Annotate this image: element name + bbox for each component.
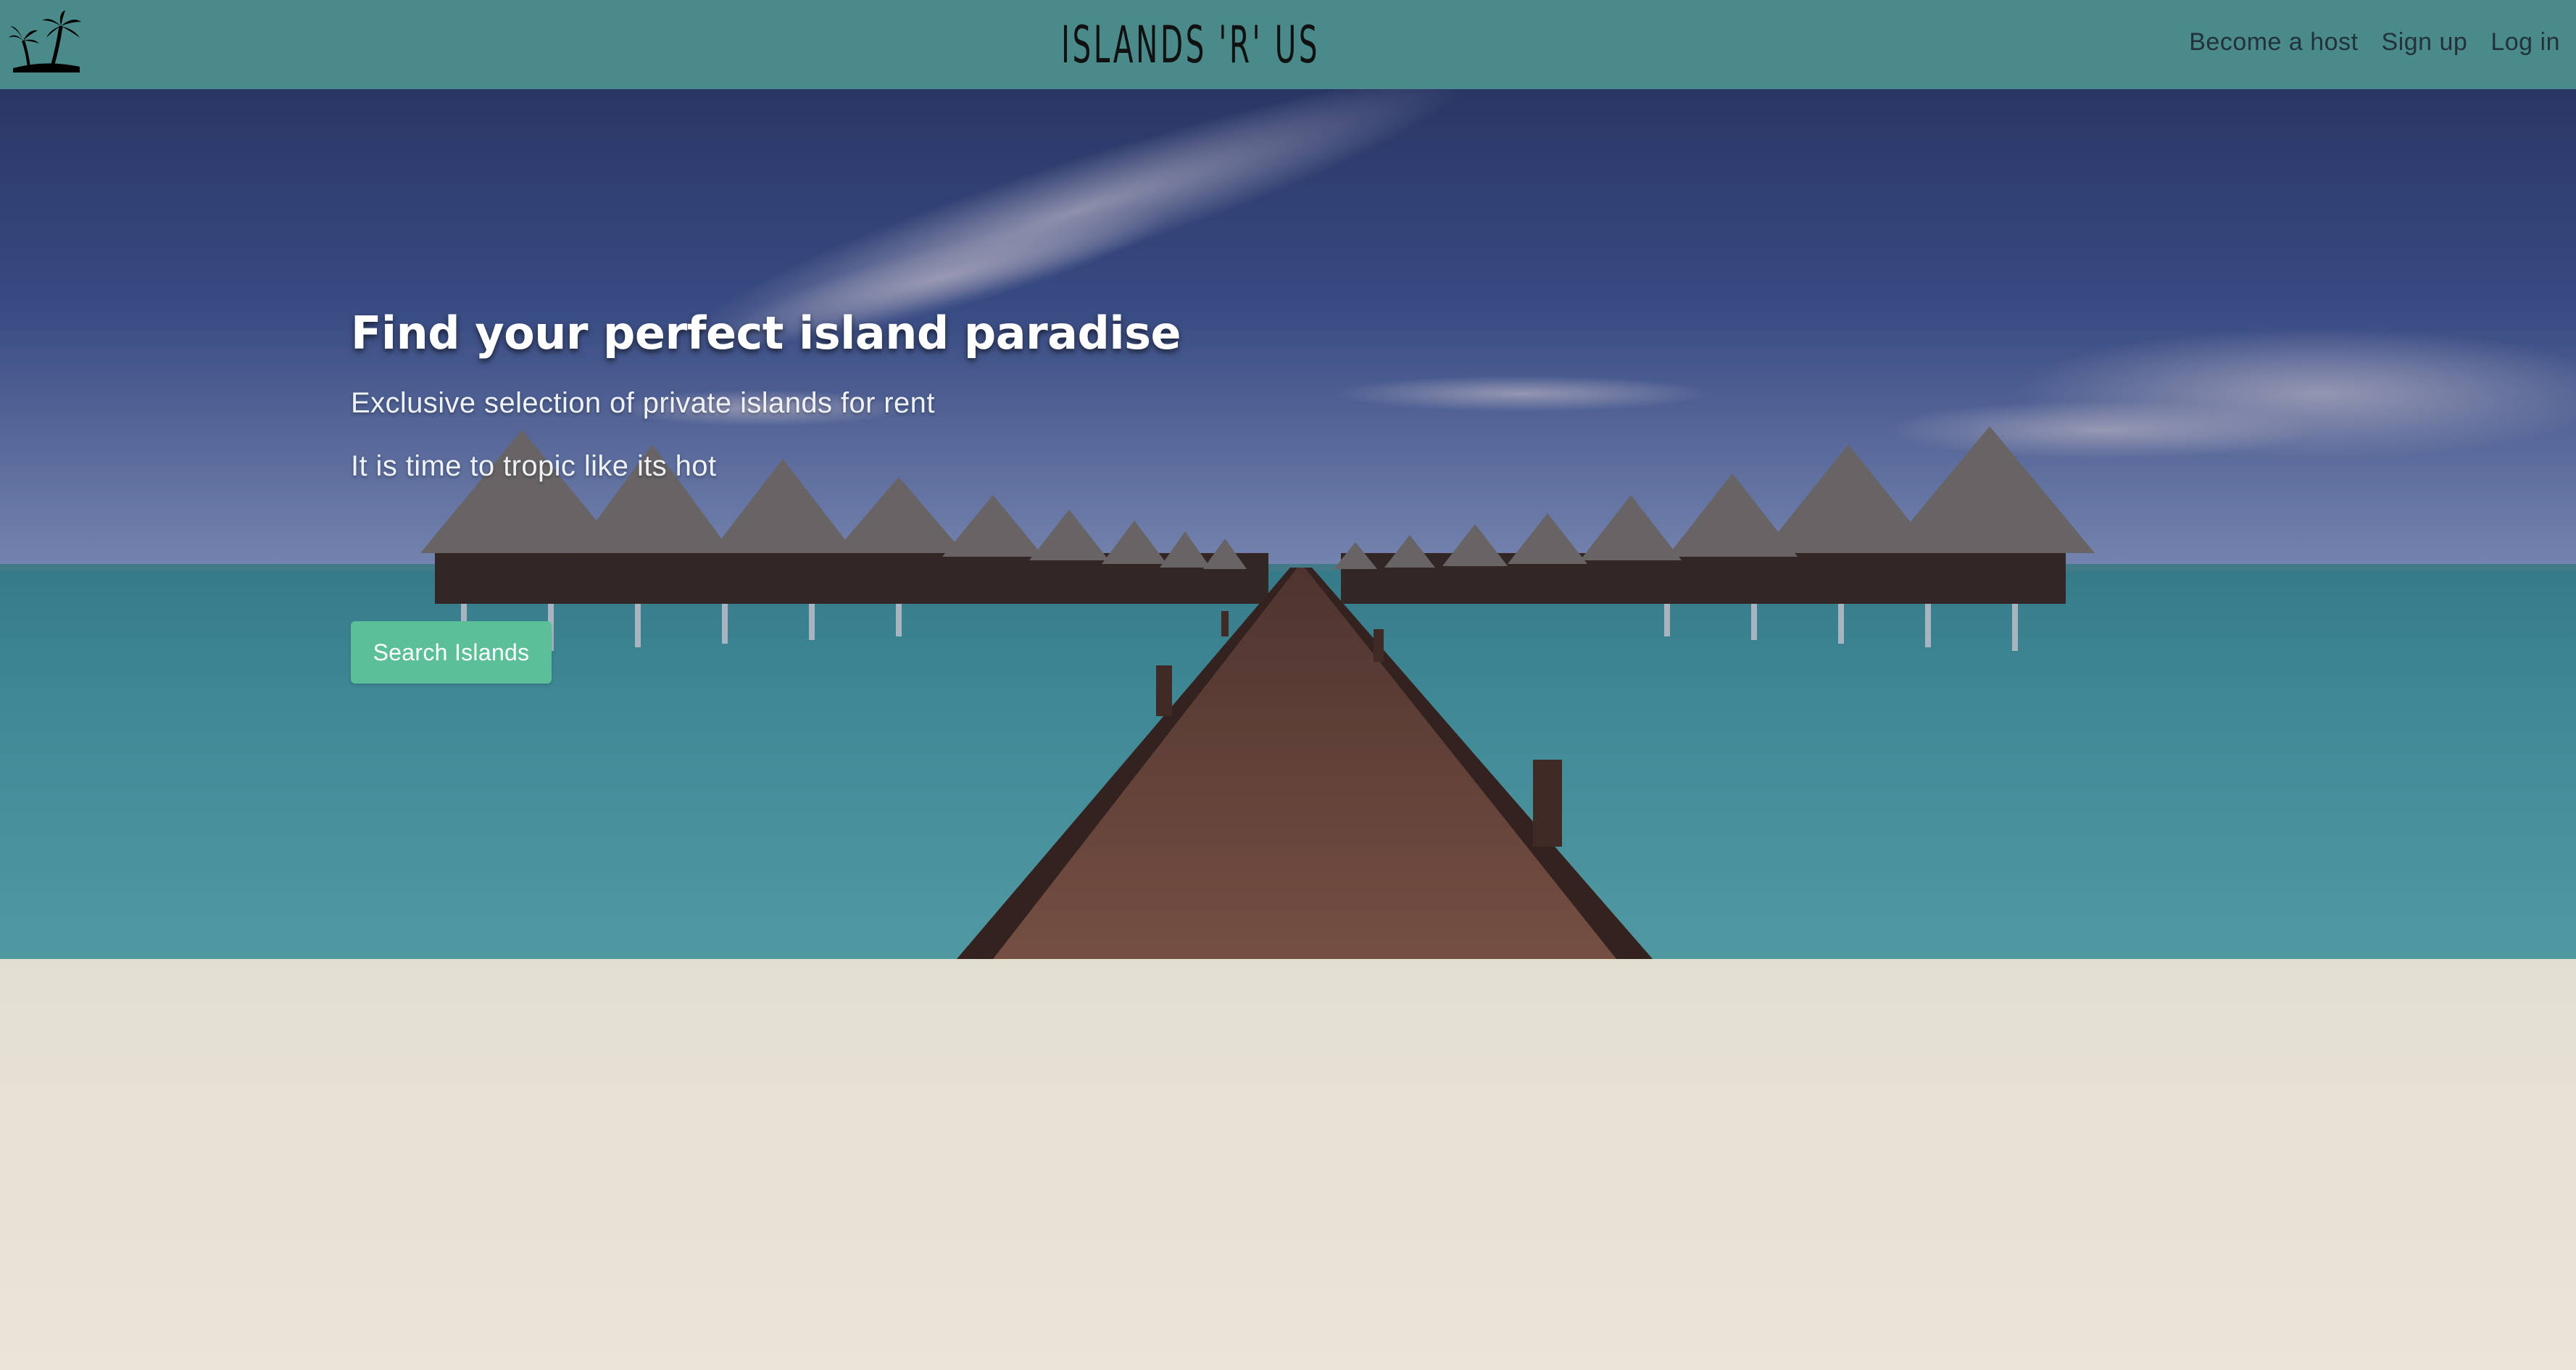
become-a-host-link[interactable]: Become a host — [2189, 28, 2358, 57]
nav-links: Become a host Sign up Log in — [2189, 22, 2560, 62]
hero-section: Find your perfect island paradise Exclus… — [0, 89, 2576, 959]
hero-text-block: Find your perfect island paradise Exclus… — [351, 307, 1366, 483]
log-in-link[interactable]: Log in — [2490, 28, 2560, 57]
site-brand-title[interactable]: ISLANDS 'R' US — [1061, 9, 1318, 81]
hero-tagline: It is time to tropic like its hot — [351, 450, 717, 482]
top-navbar: ISLANDS 'R' US Become a host Sign up Log… — [0, 0, 2576, 89]
palm-trees-logo-icon[interactable] — [7, 10, 83, 72]
hero-dark-overlay — [0, 89, 2576, 959]
search-islands-button[interactable]: Search Islands — [351, 621, 552, 684]
hero-title: Find your perfect island paradise — [351, 307, 1181, 360]
sign-up-link[interactable]: Sign up — [2382, 28, 2468, 57]
hero-subtitle: Exclusive selection of private islands f… — [351, 387, 935, 419]
